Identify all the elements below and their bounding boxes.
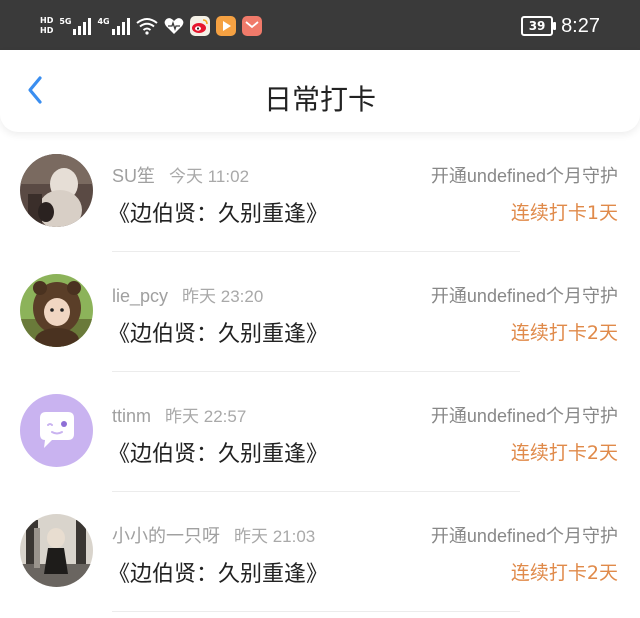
username[interactable]: SU笙: [112, 166, 155, 186]
hd-label-1: HD: [40, 16, 54, 25]
username[interactable]: ttinm: [112, 406, 151, 426]
checkin-time: 今天 11:02: [169, 167, 250, 186]
guard-status: 开通undefined个月守护: [430, 406, 618, 426]
divider: [112, 611, 520, 612]
list-item[interactable]: lie_pcy 昨天 23:20 开通undefined个月守护 《边伯贤：久别重…: [0, 252, 640, 372]
page-title: 日常打卡: [263, 83, 376, 116]
user-meta: ttinm 昨天 22:57: [112, 402, 246, 427]
streak-label: 连续打卡1天: [510, 202, 618, 224]
book-title[interactable]: 《边伯贤：久别重逢》: [108, 556, 328, 588]
avatar[interactable]: [20, 274, 93, 347]
streak-label: 连续打卡2天: [510, 562, 618, 584]
streak-label: 连续打卡2天: [510, 442, 618, 464]
avatar[interactable]: [20, 394, 93, 467]
hd-label-2: HD: [40, 26, 54, 35]
hd-indicator: HD HD: [40, 16, 53, 36]
battery-icon: 39: [521, 16, 557, 36]
nav-bar: 日常打卡: [0, 50, 640, 132]
network-4g-label: 4G: [97, 17, 110, 26]
signal-5g: 5G: [59, 17, 92, 35]
status-left: HD HD 5G 4G: [40, 14, 262, 38]
status-bar: HD HD 5G 4G 39 8:27: [0, 0, 640, 50]
status-time: 8:27: [561, 14, 600, 37]
avatar[interactable]: [20, 514, 93, 587]
signal-bars-icon: [111, 17, 130, 35]
signal-bars-icon: [73, 17, 92, 35]
username[interactable]: lie_pcy: [112, 286, 168, 306]
avatar[interactable]: [20, 154, 93, 227]
mail-app-icon: [241, 16, 262, 36]
network-5g-label: 5G: [59, 17, 72, 26]
checkin-time: 昨天 22:57: [165, 407, 247, 426]
guard-status: 开通undefined个月守护: [430, 526, 618, 546]
status-right: 39 8:27: [521, 14, 600, 38]
list-item[interactable]: SU笙 今天 11:02 开通undefined个月守护 《边伯贤：久别重逢》 连…: [0, 132, 640, 252]
health-heart-icon: [164, 18, 184, 34]
user-meta: lie_pcy 昨天 23:20: [112, 282, 263, 307]
user-meta: SU笙 今天 11:02: [112, 162, 249, 188]
video-app-icon: [215, 16, 236, 36]
guard-status: 开通undefined个月守护: [430, 166, 618, 186]
checkin-time: 昨天 21:03: [234, 527, 316, 546]
weibo-icon: [189, 16, 210, 36]
signal-4g: 4G: [97, 17, 130, 35]
checkin-list: SU笙 今天 11:02 开通undefined个月守护 《边伯贤：久别重逢》 连…: [0, 132, 640, 612]
book-title[interactable]: 《边伯贤：久别重逢》: [108, 196, 328, 228]
checkin-time: 昨天 23:20: [182, 287, 264, 306]
book-title[interactable]: 《边伯贤：久别重逢》: [108, 316, 328, 348]
book-title[interactable]: 《边伯贤：久别重逢》: [108, 436, 328, 468]
list-item[interactable]: 小小的一只呀 昨天 21:03 开通undefined个月守护 《边伯贤：久别重逢…: [0, 492, 640, 612]
streak-label: 连续打卡2天: [510, 322, 618, 344]
username[interactable]: 小小的一只呀: [112, 526, 220, 546]
list-item[interactable]: ttinm 昨天 22:57 开通undefined个月守护 《边伯贤：久别重逢》…: [0, 372, 640, 492]
user-meta: 小小的一只呀 昨天 21:03: [112, 522, 315, 548]
wifi-icon: [136, 18, 158, 35]
guard-status: 开通undefined个月守护: [430, 286, 618, 306]
